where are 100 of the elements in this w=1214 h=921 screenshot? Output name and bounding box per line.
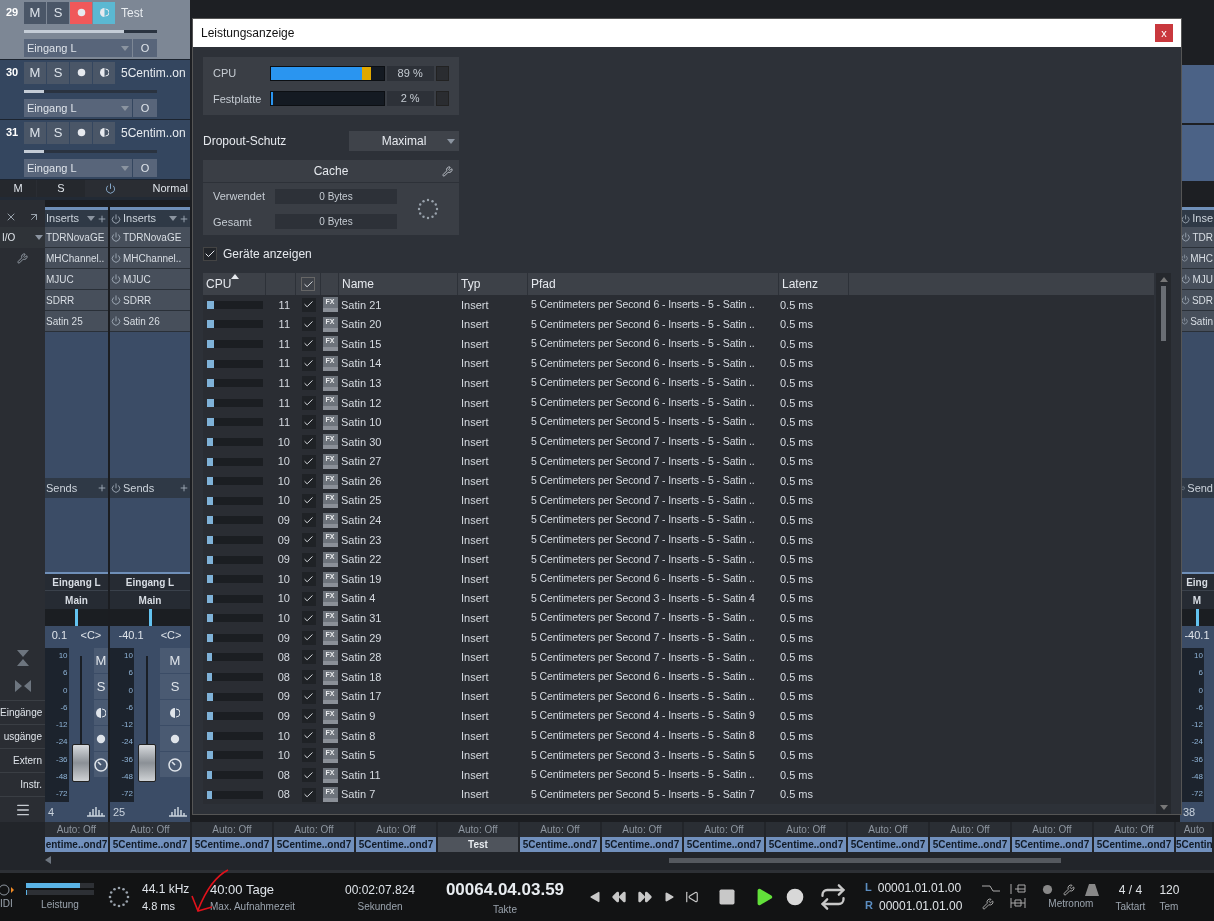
channel-button[interactable]: M (94, 648, 108, 673)
channel-button[interactable]: M (160, 648, 190, 673)
enable-checkbox[interactable] (301, 748, 316, 763)
punch-icon[interactable] (982, 884, 1001, 893)
enable-checkbox[interactable] (301, 317, 316, 332)
mute-button[interactable]: M (24, 121, 46, 144)
sends-header[interactable]: Send (1180, 478, 1214, 498)
column-header[interactable]: Name (342, 275, 374, 293)
channel-name[interactable]: 5Centime..ond7 (520, 837, 600, 852)
input-toggle-button[interactable]: O (133, 39, 157, 57)
horizontal-scrollbar[interactable] (669, 857, 1061, 863)
performance-meter[interactable] (26, 882, 94, 895)
pan-handle[interactable] (75, 609, 78, 626)
monitor-button[interactable] (93, 121, 115, 144)
insert-slot[interactable]: MJUC (110, 269, 190, 290)
solo-all-button[interactable]: S (37, 180, 85, 197)
audio-clip[interactable] (1180, 65, 1214, 123)
column-header[interactable]: CPU (206, 275, 232, 293)
inserts-header[interactable]: Inserts (110, 207, 190, 227)
mute-button[interactable]: M (24, 61, 46, 84)
insert-slot[interactable]: Satin 25 (45, 311, 108, 332)
enable-checkbox[interactable] (301, 768, 316, 783)
wrench-icon[interactable] (442, 165, 453, 177)
input-dropdown[interactable]: Eingang L (24, 99, 132, 117)
insert-slot[interactable]: MJUC (45, 269, 108, 290)
channel-button[interactable]: S (160, 674, 190, 699)
input-selector[interactable]: Eingang L (110, 572, 190, 590)
enable-checkbox[interactable] (301, 728, 316, 743)
channel-name[interactable]: 5Centime..ond7 (1012, 837, 1092, 852)
output-selector[interactable]: M (1180, 590, 1214, 609)
channel-name[interactable]: entime..ond7 (45, 837, 108, 852)
input-dropdown[interactable]: Eingang L (24, 159, 132, 177)
fader-handle[interactable] (72, 744, 91, 782)
dropout-dropdown[interactable]: Maximal (349, 131, 459, 151)
channel-button[interactable]: S (94, 674, 108, 699)
track-header[interactable]: 31 M S 5Centim..on Eingang L O (0, 120, 190, 180)
insert-slot[interactable]: Satin (1180, 311, 1214, 332)
channel-name[interactable]: Test (438, 837, 518, 852)
fader-handle[interactable] (138, 744, 156, 782)
enable-checkbox[interactable] (301, 395, 316, 410)
enable-checkbox[interactable] (301, 532, 316, 547)
monitor-button[interactable] (94, 700, 108, 725)
solo-button[interactable]: S (47, 1, 69, 24)
enable-checkbox[interactable] (301, 689, 316, 704)
record-arm-button[interactable] (70, 61, 92, 84)
channel-name[interactable]: 5Centime..ond7 (684, 837, 764, 852)
vertical-scrollbar[interactable] (1156, 273, 1171, 814)
sends-header[interactable]: Sends (45, 478, 108, 498)
show-devices-checkbox[interactable] (203, 247, 217, 261)
enable-checkbox[interactable] (301, 709, 316, 724)
output-selector[interactable]: Main (45, 590, 108, 609)
record-button[interactable] (94, 726, 108, 751)
metronome-icon[interactable] (1085, 883, 1100, 896)
input-toggle-button[interactable]: O (133, 99, 157, 117)
collapse-icon[interactable] (14, 680, 31, 692)
header-checkbox[interactable] (301, 277, 315, 291)
inserts-header[interactable]: Inse (1180, 207, 1214, 227)
dial-button[interactable] (94, 752, 108, 777)
dial-button[interactable] (160, 752, 190, 777)
channel-name[interactable]: 5Centime..ond7 (1094, 837, 1174, 852)
enable-checkbox[interactable] (301, 474, 316, 489)
collapse-icon[interactable] (16, 650, 29, 666)
mute-button[interactable]: M (24, 1, 46, 24)
channel-name[interactable]: 5Centime..ond7 (274, 837, 354, 852)
enable-checkbox[interactable] (301, 552, 316, 567)
insert-slot[interactable]: MHC (1180, 248, 1214, 269)
enable-checkbox[interactable] (301, 513, 316, 528)
enable-checkbox[interactable] (301, 376, 316, 391)
column-header[interactable]: Latenz (782, 275, 819, 293)
enable-checkbox[interactable] (301, 611, 316, 626)
input-toggle-button[interactable]: O (133, 159, 157, 177)
range-icon[interactable] (1010, 898, 1027, 908)
record-button[interactable] (160, 726, 190, 751)
channel-name[interactable]: 5Centime..ond7 (602, 837, 682, 852)
output-selector[interactable]: Main (110, 590, 190, 609)
close-button[interactable]: x (1155, 24, 1173, 42)
track-header[interactable]: 29 M S Test Eingang L O (0, 0, 190, 60)
track-header[interactable]: 30 M S 5Centim..on Eingang L O (0, 60, 190, 120)
insert-slot[interactable]: SDRR (45, 290, 108, 311)
channel-name[interactable]: 5Centime..ond7 (356, 837, 436, 852)
enable-checkbox[interactable] (301, 337, 316, 351)
enable-checkbox[interactable] (301, 591, 316, 606)
enable-checkbox[interactable] (301, 434, 316, 449)
channel-name[interactable]: 5Centime..ond7 (930, 837, 1010, 852)
enable-checkbox[interactable] (301, 787, 316, 802)
column-header[interactable]: Pfad (531, 275, 556, 293)
enable-checkbox[interactable] (301, 493, 316, 508)
column-header[interactable]: Typ (461, 275, 481, 293)
channel-name[interactable]: 5Centime..ond7 (110, 837, 190, 852)
channel-name[interactable]: 5Centime..ond7 (848, 837, 928, 852)
insert-slot[interactable]: SDRR (110, 290, 190, 311)
enable-checkbox[interactable] (301, 297, 316, 312)
channel-name[interactable]: 5Centin (1176, 837, 1212, 852)
channel-name[interactable]: 5Centime..ond7 (766, 837, 846, 852)
enable-checkbox[interactable] (301, 572, 316, 587)
input-selector[interactable]: Eingang L (45, 572, 108, 590)
insert-slot[interactable]: TDR (1180, 227, 1214, 248)
pan-handle[interactable] (148, 609, 152, 626)
scroll-left-icon[interactable] (45, 856, 51, 864)
mute-all-button[interactable]: M (0, 180, 36, 197)
